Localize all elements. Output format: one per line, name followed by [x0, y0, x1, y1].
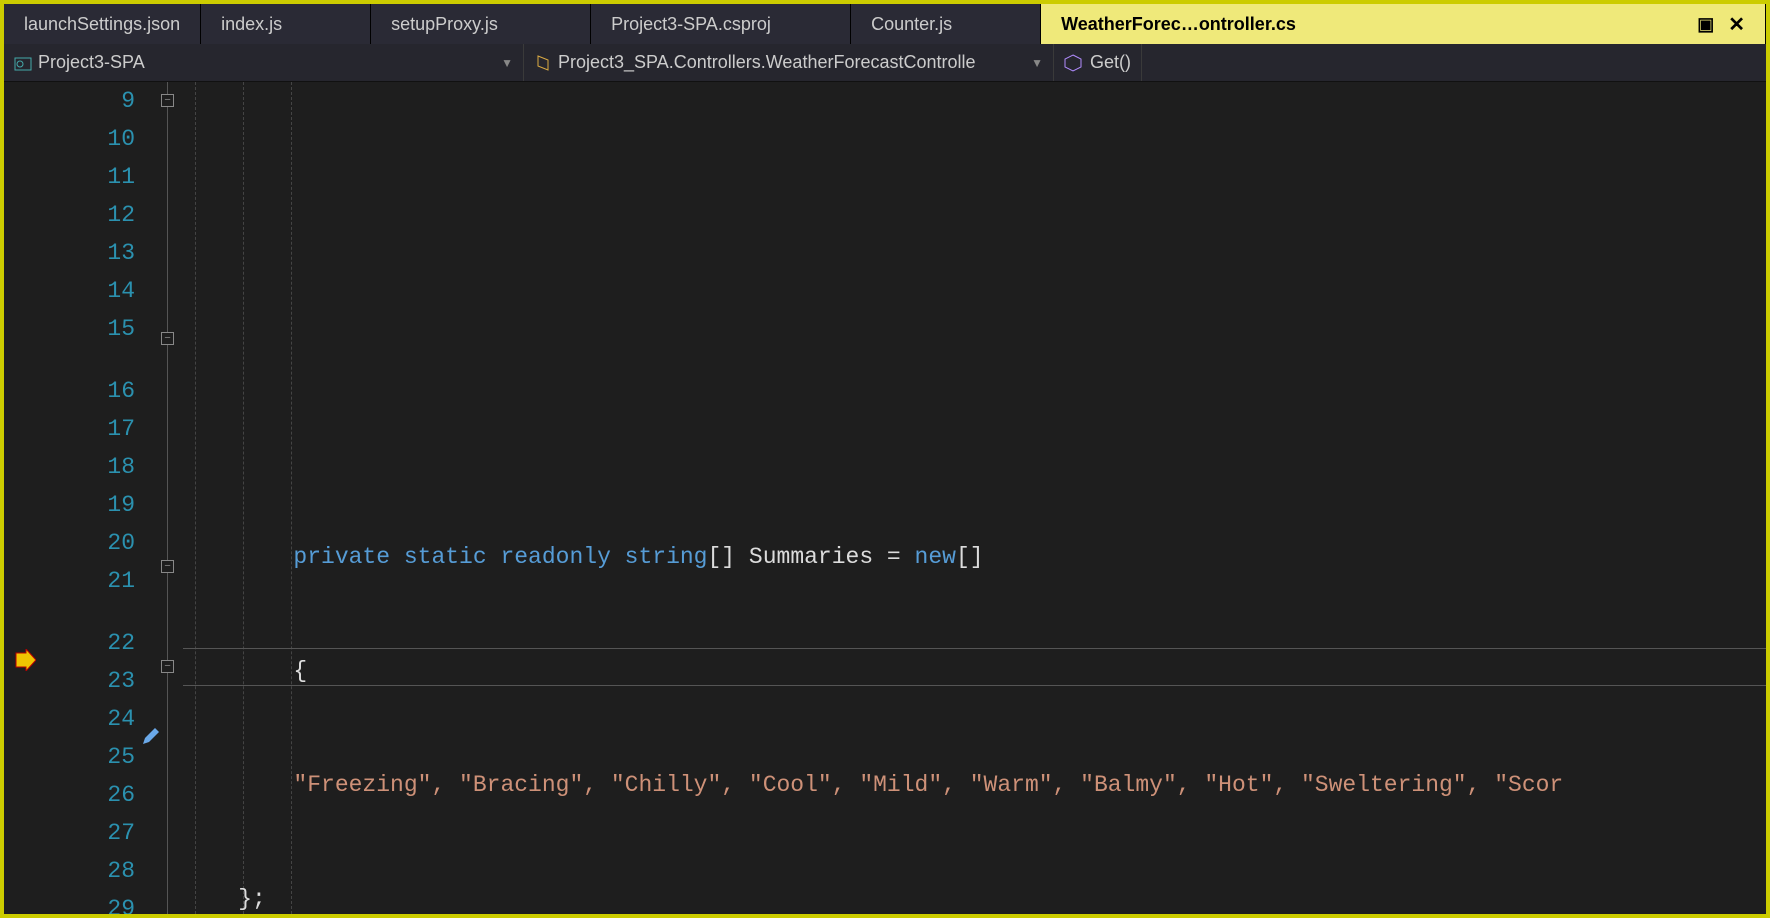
nav-scope-dropdown[interactable]: Project3_SPA.Controllers.WeatherForecast…	[524, 44, 1054, 81]
nav-project-dropdown[interactable]: Project3-SPA ▼	[4, 44, 524, 81]
tab-label: WeatherForec…ontroller.cs	[1061, 14, 1296, 35]
tab-launchsettings[interactable]: launchSettings.json	[4, 4, 201, 44]
pin-icon[interactable]: ▣	[1697, 14, 1714, 35]
chevron-down-icon: ▼	[501, 56, 513, 70]
code-token: []	[956, 544, 984, 570]
tab-label: setupProxy.js	[391, 14, 498, 35]
code-token: [] Summaries =	[708, 544, 915, 570]
nav-scope-label: Project3_SPA.Controllers.WeatherForecast…	[558, 52, 976, 73]
nav-project-label: Project3-SPA	[38, 52, 145, 73]
nav-member-label: Get()	[1090, 52, 1131, 73]
tab-label: index.js	[221, 14, 282, 35]
nav-member-dropdown[interactable]: Get()	[1054, 44, 1142, 81]
glyph-margin[interactable]	[4, 82, 48, 914]
code-token: new	[915, 544, 956, 570]
current-statement-arrow-icon	[14, 649, 36, 671]
tab-label: launchSettings.json	[24, 14, 180, 35]
class-icon	[534, 54, 552, 72]
close-icon[interactable]: ✕	[1728, 12, 1745, 37]
fold-toggle[interactable]: −	[161, 560, 174, 573]
fold-toggle[interactable]: −	[161, 94, 174, 107]
code-token: {	[293, 658, 307, 684]
csharp-project-icon	[14, 54, 32, 72]
fold-toggle[interactable]: −	[161, 332, 174, 345]
code-editor[interactable]: 9101112 131415 161718 192021 222324 2526…	[4, 82, 1766, 914]
tab-bar: launchSettings.json index.js setupProxy.…	[4, 4, 1766, 44]
method-icon	[1064, 54, 1082, 72]
code-token: private static readonly string	[293, 544, 707, 570]
tab-csproj[interactable]: Project3-SPA.csproj	[591, 4, 851, 44]
chevron-down-icon: ▼	[1031, 56, 1043, 70]
tab-index[interactable]: index.js	[201, 4, 371, 44]
navigation-bar: Project3-SPA ▼ Project3_SPA.Controllers.…	[4, 44, 1766, 82]
code-area[interactable]: private static readonly string[] Summari…	[183, 82, 1766, 914]
tab-weatherforecast-active[interactable]: WeatherForec…ontroller.cs ▣ ✕	[1041, 4, 1766, 44]
tab-label: Counter.js	[871, 14, 952, 35]
code-token: "Freezing", "Bracing", "Chilly", "Cool",…	[293, 772, 1563, 798]
line-numbers: 9101112 131415 161718 192021 222324 2526…	[48, 82, 153, 914]
tab-setupproxy[interactable]: setupProxy.js	[371, 4, 591, 44]
tab-counter[interactable]: Counter.js	[851, 4, 1041, 44]
code-token: };	[238, 886, 266, 912]
tab-label: Project3-SPA.csproj	[611, 14, 771, 35]
